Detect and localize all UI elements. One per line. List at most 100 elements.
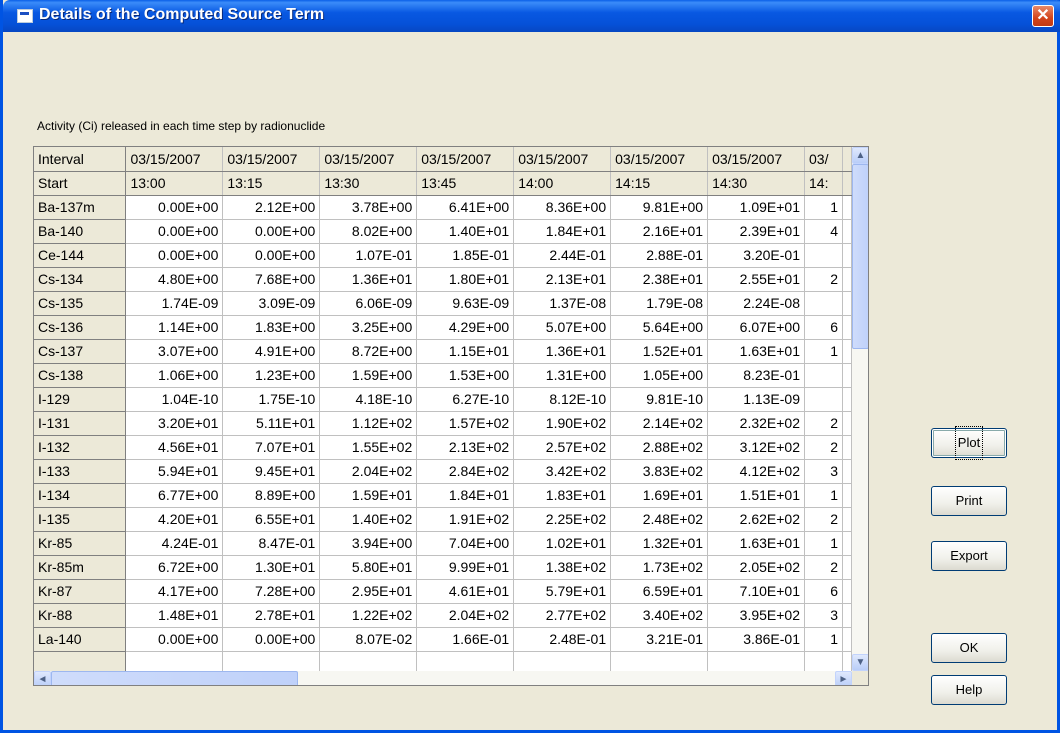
print-button[interactable]: Print	[931, 486, 1007, 516]
table-cell[interactable]: 3.95E+02	[707, 603, 806, 628]
vertical-scrollbar[interactable]: ▲ ▼	[852, 147, 868, 671]
table-cell[interactable]: 6	[804, 315, 843, 340]
table-cell[interactable]: 2.04E+02	[319, 459, 418, 484]
table-cell[interactable]: 2.88E-01	[610, 243, 709, 268]
table-row[interactable]: I-129 1.04E-10 1.75E-10 4.18E-10 6.27E-10 8.1…	[34, 387, 852, 412]
table-cell[interactable]: 1.83E+00	[222, 315, 321, 340]
scroll-down-icon[interactable]: ▼	[852, 654, 868, 671]
table-cell[interactable]: 1.02E+01	[513, 531, 612, 556]
table-cell[interactable]: 3.20E-01	[707, 243, 806, 268]
table-cell[interactable]: 1.40E+01	[416, 219, 515, 244]
table-cell[interactable]: 5.64E+00	[610, 315, 709, 340]
table-row[interactable]: Kr-88 1.48E+01 2.78E+01 1.22E+02 2.04E+02 2.7…	[34, 603, 852, 628]
table-cell[interactable]: 7.68E+00	[222, 267, 321, 292]
table-cell[interactable]: 3.83E+02	[610, 459, 709, 484]
table-cell[interactable]: 2.88E+02	[610, 435, 709, 460]
table-cell[interactable]: 2.78E+01	[222, 603, 321, 628]
table-cell[interactable]	[804, 363, 843, 388]
help-button[interactable]: Help	[931, 675, 1007, 705]
horizontal-scroll-thumb[interactable]	[51, 671, 298, 685]
table-row[interactable]: Ce-144 0.00E+00 0.00E+00 1.07E-01 1.85E-01 2.…	[34, 243, 852, 268]
table-cell[interactable]: 3.86E-01	[707, 627, 806, 652]
table-cell[interactable]: 5.80E+01	[319, 555, 418, 580]
table-cell[interactable]: 8.07E-02	[319, 627, 418, 652]
table-row[interactable]: I-135 4.20E+01 6.55E+01 1.40E+02 1.91E+02 2.2…	[34, 507, 852, 532]
table-cell[interactable]: 8.47E-01	[222, 531, 321, 556]
table-cell[interactable]: 1.12E+02	[319, 411, 418, 436]
table-cell[interactable]: 1.84E+01	[416, 483, 515, 508]
table-cell[interactable]: 2	[804, 507, 843, 532]
table-row[interactable]	[34, 651, 852, 671]
table-cell[interactable]: 1.90E+02	[513, 411, 612, 436]
table-cell[interactable]: 1.80E+01	[416, 267, 515, 292]
title-bar[interactable]: Details of the Computed Source Term ✕	[3, 0, 1060, 32]
table-cell[interactable]: 3.40E+02	[610, 603, 709, 628]
table-cell[interactable]: 3.25E+00	[319, 315, 418, 340]
table-cell[interactable]	[319, 651, 418, 671]
plot-button[interactable]: Plot	[931, 426, 1007, 460]
table-cell[interactable]: 1.85E-01	[416, 243, 515, 268]
table-cell[interactable]: 2.39E+01	[707, 219, 806, 244]
table-cell[interactable]: 2	[804, 435, 843, 460]
table-cell[interactable]: 6.55E+01	[222, 507, 321, 532]
table-row[interactable]: Cs-137 3.07E+00 4.91E+00 8.72E+00 1.15E+01 1.…	[34, 339, 852, 364]
table-row[interactable]: Kr-85 4.24E-01 8.47E-01 3.94E+00 7.04E+00 1.0…	[34, 531, 852, 556]
table-cell[interactable]: 1	[804, 627, 843, 652]
table-cell[interactable]: 0.00E+00	[125, 219, 224, 244]
table-cell[interactable]: 1.83E+01	[513, 483, 612, 508]
table-cell[interactable]: 8.02E+00	[319, 219, 418, 244]
table-cell[interactable]	[610, 651, 709, 671]
table-cell[interactable]: 2.14E+02	[610, 411, 709, 436]
table-cell[interactable]: 1.73E+02	[610, 555, 709, 580]
table-cell[interactable]: 9.81E+00	[610, 195, 709, 220]
table-cell[interactable]: 2.16E+01	[610, 219, 709, 244]
table-cell[interactable]: 1.22E+02	[319, 603, 418, 628]
table-cell[interactable]: 1.40E+02	[319, 507, 418, 532]
table-cell[interactable]: 0.00E+00	[125, 627, 224, 652]
table-cell[interactable]: 1.38E+02	[513, 555, 612, 580]
scroll-right-icon[interactable]: ►	[835, 671, 852, 685]
table-cell[interactable]: 1.31E+00	[513, 363, 612, 388]
table-cell[interactable]	[416, 651, 515, 671]
table-row[interactable]: Kr-85m 6.72E+00 1.30E+01 5.80E+01 9.99E+01 1.…	[34, 555, 852, 580]
table-cell[interactable]: 4	[804, 219, 843, 244]
export-button[interactable]: Export	[931, 541, 1007, 571]
table-cell[interactable]: 4.12E+02	[707, 459, 806, 484]
table-cell[interactable]: 1.06E+00	[125, 363, 224, 388]
table-cell[interactable]: 8.72E+00	[319, 339, 418, 364]
table-cell[interactable]: 2.55E+01	[707, 267, 806, 292]
table-cell[interactable]: 1.79E-08	[610, 291, 709, 316]
table-cell[interactable]: 2.48E-01	[513, 627, 612, 652]
table-cell[interactable]: 2.04E+02	[416, 603, 515, 628]
table-cell[interactable]: 1.37E-08	[513, 291, 612, 316]
table-cell[interactable]: 7.04E+00	[416, 531, 515, 556]
table-cell[interactable]	[804, 243, 843, 268]
table-cell[interactable]: 6.06E-09	[319, 291, 418, 316]
table-cell[interactable]: 4.61E+01	[416, 579, 515, 604]
scroll-left-icon[interactable]: ◄	[34, 671, 51, 685]
table-cell[interactable]	[125, 651, 224, 671]
table-cell[interactable]: 6	[804, 579, 843, 604]
table-cell[interactable]: 6.07E+00	[707, 315, 806, 340]
table-cell[interactable]: 3.78E+00	[319, 195, 418, 220]
table-row[interactable]: Cs-134 4.80E+00 7.68E+00 1.36E+01 1.80E+01 2.…	[34, 267, 852, 292]
table-cell[interactable]: 1.36E+01	[319, 267, 418, 292]
table-cell[interactable]: 8.36E+00	[513, 195, 612, 220]
table-cell[interactable]: 0.00E+00	[125, 243, 224, 268]
table-cell[interactable]	[513, 651, 612, 671]
table-cell[interactable]: 8.23E-01	[707, 363, 806, 388]
table-row[interactable]: Cs-138 1.06E+00 1.23E+00 1.59E+00 1.53E+00 1.…	[34, 363, 852, 388]
close-button[interactable]: ✕	[1032, 5, 1054, 27]
table-cell[interactable]: 1	[804, 531, 843, 556]
table-row[interactable]: I-131 3.20E+01 5.11E+01 1.12E+02 1.57E+02 1.9…	[34, 411, 852, 436]
table-cell[interactable]: 1.69E+01	[610, 483, 709, 508]
table-row[interactable]: Ba-140 0.00E+00 0.00E+00 8.02E+00 1.40E+01 1.…	[34, 219, 852, 244]
table-cell[interactable]: 9.99E+01	[416, 555, 515, 580]
table-cell[interactable]: 1.51E+01	[707, 483, 806, 508]
table-cell[interactable]	[804, 291, 843, 316]
table-cell[interactable]: 1	[804, 483, 843, 508]
table-cell[interactable]: 9.45E+01	[222, 459, 321, 484]
vertical-scroll-thumb[interactable]	[852, 164, 868, 349]
table-cell[interactable]: 1.36E+01	[513, 339, 612, 364]
table-cell[interactable]: 2.24E-08	[707, 291, 806, 316]
